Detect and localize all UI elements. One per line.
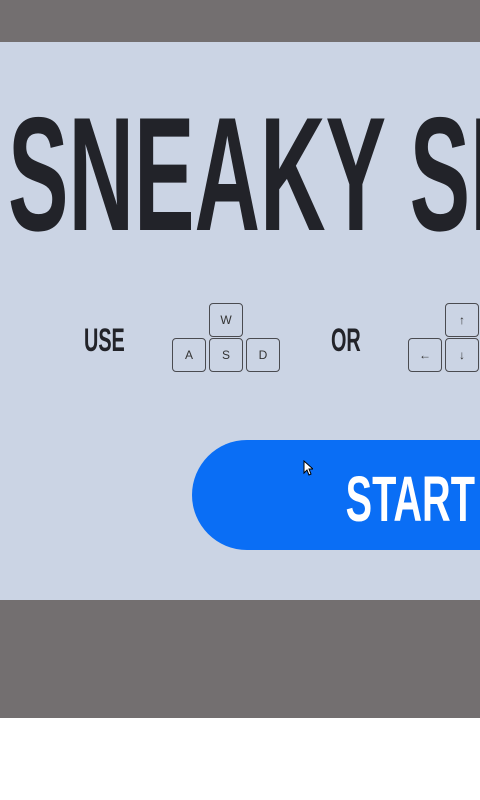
key-d: D (246, 338, 280, 372)
key-left-arrow: ← (408, 338, 442, 372)
game-title: SNEAKY SNAKE (8, 84, 480, 265)
top-frame (0, 0, 480, 42)
key-a: A (172, 338, 206, 372)
key-s: S (209, 338, 243, 372)
use-label: USE (84, 322, 125, 358)
key-up-arrow: ↑ (445, 303, 479, 337)
or-label: OR (331, 322, 361, 358)
start-button[interactable]: START (192, 440, 480, 550)
mouse-cursor-icon (303, 459, 315, 479)
key-down-arrow: ↓ (445, 338, 479, 372)
game-stage: SNEAKY SNAKE USE W A S D OR ↑ ← ↓ START (0, 42, 480, 600)
bottom-frame (0, 600, 480, 718)
key-w: W (209, 303, 243, 337)
start-label: START (345, 463, 475, 535)
